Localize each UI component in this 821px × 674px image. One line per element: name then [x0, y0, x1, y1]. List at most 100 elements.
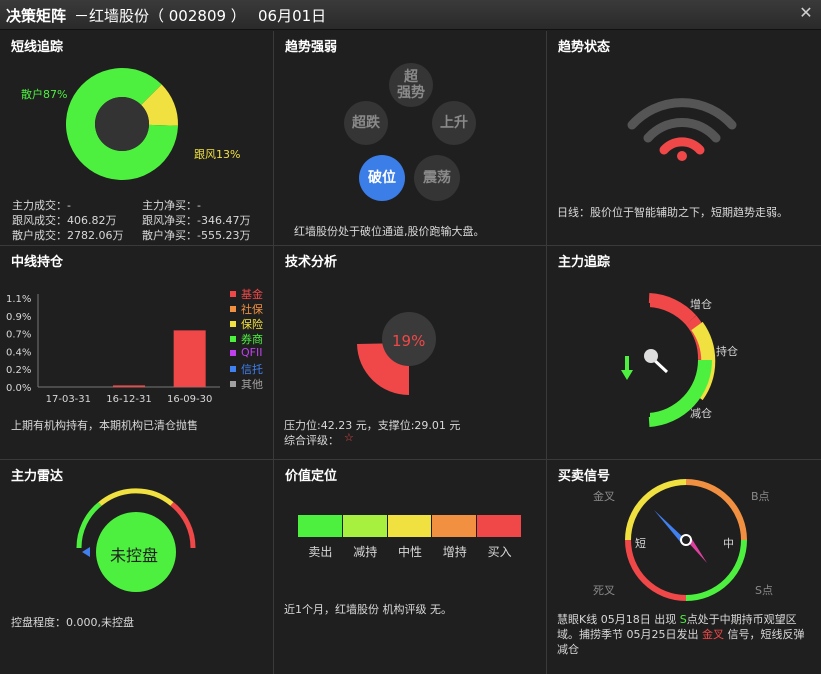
gold-cross-label: 金叉 — [593, 490, 615, 503]
value-scale-cell — [298, 515, 342, 537]
value-scale-cell — [342, 515, 387, 537]
title-bar: 决策矩阵 －红墙股份（ 002809 ） 06月01日 ✕ — [0, 0, 821, 30]
arrow-down-icon — [621, 356, 633, 380]
x-tick-label: 16-12-31 — [106, 394, 151, 405]
value-scale-label: 卖出 — [308, 545, 333, 559]
value-scale-cell — [432, 515, 477, 537]
legend-item: QFII — [230, 346, 262, 359]
y-tick-label: 1.1% — [6, 294, 31, 305]
signal-gold-cross: 金叉 — [702, 628, 724, 641]
decrease-label: 减仓 — [690, 407, 712, 420]
value-scale-label: 增持 — [442, 545, 467, 559]
legend-item: 信托 — [230, 361, 263, 377]
legend-item: 保险 — [230, 316, 263, 332]
legend-swatch — [230, 291, 236, 297]
mid-label: 中 — [723, 537, 734, 550]
main-radar-panel: 主力雷达 未控盘 控盘程度：0.000,未控盘 — [0, 460, 274, 674]
buy-sell-panel: 买卖信号 金叉 B点 短 中 死叉 S点 慧眼K线 05月18日 出现 S点处于… — [547, 460, 821, 674]
main-volume: 主力成交：- — [12, 199, 71, 212]
bubble-break: 破位 — [359, 155, 405, 201]
legend-label: QFII — [241, 346, 263, 359]
panel-title: 趋势状态 — [558, 40, 611, 55]
short-track-panel: 短线追踪 散户87% 跟风13% 主力成交：- 主力净买：- 跟风成交：406.8… — [0, 31, 274, 246]
holding-bar — [113, 385, 145, 387]
main-track-panel: 主力追踪 增仓 持仓 减仓 — [547, 246, 821, 460]
legend-label: 保险 — [241, 318, 263, 331]
value-scale-label: 中性 — [397, 545, 422, 559]
trend-strength-panel: 趋势强弱 超 强势 超跌 上升 破位 震荡 红墙股份处于破位通道,股价跑输大盘。 — [274, 31, 547, 246]
value-position-panel: 价值定位 卖出 减持 中性 增持 买入 近1个月，红墙股份 机构评级 无。 — [274, 460, 547, 674]
legend-item: 社保 — [230, 301, 263, 317]
signal-desc: 慧眼K线 05月18日 出现 S点处于中期持币观望区域。捕捞季节 05月25日发… — [557, 612, 815, 657]
radar-gauge — [76, 488, 196, 592]
follow-volume: 跟风成交：406.82万 — [12, 214, 117, 227]
legend-label: 信托 — [241, 363, 263, 376]
stock-name: －红墙股份（ 002809 ） — [74, 7, 246, 25]
b-point-label: B点 — [751, 490, 770, 503]
short-label: 短 — [635, 537, 646, 550]
volume-table: 主力成交：- 主力净买：- 跟风成交：406.82万 跟风净买：-346.47万 散… — [12, 198, 272, 243]
pressure-support: 压力位:42.23 元，支撑位:29.01 元 — [284, 419, 461, 432]
legend-swatch — [230, 321, 236, 327]
legend-label: 券商 — [241, 333, 263, 346]
value-scale-label: 减持 — [353, 545, 378, 559]
trend-state-desc: 日线：股价位于智能辅助之下，短期趋势走弱。 — [557, 206, 788, 219]
y-tick-label: 0.7% — [6, 330, 31, 341]
legend-swatch — [230, 381, 236, 387]
holding-bar — [173, 330, 206, 387]
position-gauge — [621, 293, 716, 427]
signal-desc-part: 慧眼K线 05月18日 出现 — [557, 613, 680, 626]
date-label: 06月01日 — [258, 7, 327, 25]
value-scale-label: 买入 — [487, 545, 512, 559]
retail-net: 散户净买：-555.23万 — [142, 229, 251, 242]
s-point-label: S点 — [755, 584, 773, 597]
value-scale-cell — [387, 515, 432, 537]
window-title: 决策矩阵 — [6, 7, 67, 25]
increase-label: 增仓 — [690, 298, 712, 311]
legend-label: 基金 — [241, 288, 263, 301]
legend-item: 基金 — [230, 286, 263, 302]
signal-s-mark: S — [679, 613, 687, 626]
bubble-rise: 上升 — [432, 101, 476, 145]
main-net: 主力净买：- — [142, 199, 201, 212]
value-desc: 近1个月，红墙股份 机构评级 无。 — [284, 603, 452, 616]
dead-cross-label: 死叉 — [593, 584, 615, 597]
y-tick-label: 0.4% — [6, 347, 31, 358]
tech-analysis-panel: 技术分析 19% 压力位:42.23 元，支撑位:29.01 元 综合评级： ☆ — [274, 246, 547, 460]
legend-swatch — [230, 366, 236, 372]
x-tick-label: 16-09-30 — [167, 394, 212, 405]
bubble-shock: 震荡 — [414, 155, 460, 201]
trend-desc: 红墙股份处于破位通道,股价跑输大盘。 — [294, 225, 485, 238]
tech-pct-label: 19% — [392, 332, 426, 350]
legend-item: 券商 — [230, 331, 263, 347]
mid-holding-panel: 中线持仓 1.1% 0.9% 0.7% 0.4% 0.2% 0.0% 17-03-31 16-… — [0, 246, 274, 460]
trend-state-panel: 趋势状态 日线：股价位于智能辅助之下，短期趋势走弱。 — [547, 31, 821, 246]
legend-item: 其他 — [230, 376, 263, 392]
panel-title: 趋势强弱 — [285, 40, 338, 55]
bubble-super-strong: 超 强势 — [389, 63, 433, 107]
y-tick-label: 0.9% — [6, 312, 31, 323]
value-scale-cell — [477, 515, 521, 537]
follow-net: 跟风净买：-346.47万 — [142, 214, 251, 227]
follow-pct-label: 跟风13% — [194, 148, 241, 161]
close-icon[interactable]: ✕ — [797, 4, 815, 22]
rating-star-icon: ☆ — [344, 431, 354, 444]
retail-pct-label: 散户87% — [21, 88, 68, 101]
x-tick-label: 17-03-31 — [46, 394, 91, 405]
rating-label: 综合评级： — [284, 434, 339, 447]
wifi-signal-icon — [627, 98, 737, 161]
legend-swatch — [230, 306, 236, 312]
radar-center-label: 未控盘 — [110, 546, 159, 565]
legend-swatch — [230, 336, 236, 342]
y-tick-label: 0.0% — [6, 383, 31, 394]
holding-desc: 上期有机构持有，本期机构已清仓抛售 — [11, 419, 198, 432]
panel-title: 价值定位 — [285, 469, 338, 484]
legend-swatch — [230, 349, 236, 356]
legend-label: 其他 — [241, 378, 263, 391]
hold-label: 持仓 — [716, 345, 738, 358]
legend-label: 社保 — [241, 303, 263, 316]
retail-volume: 散户成交：2782.06万 — [12, 229, 124, 242]
donut-hole — [95, 97, 149, 151]
value-scale: 卖出 减持 中性 增持 买入 — [298, 515, 522, 565]
y-tick-label: 0.2% — [6, 365, 31, 376]
